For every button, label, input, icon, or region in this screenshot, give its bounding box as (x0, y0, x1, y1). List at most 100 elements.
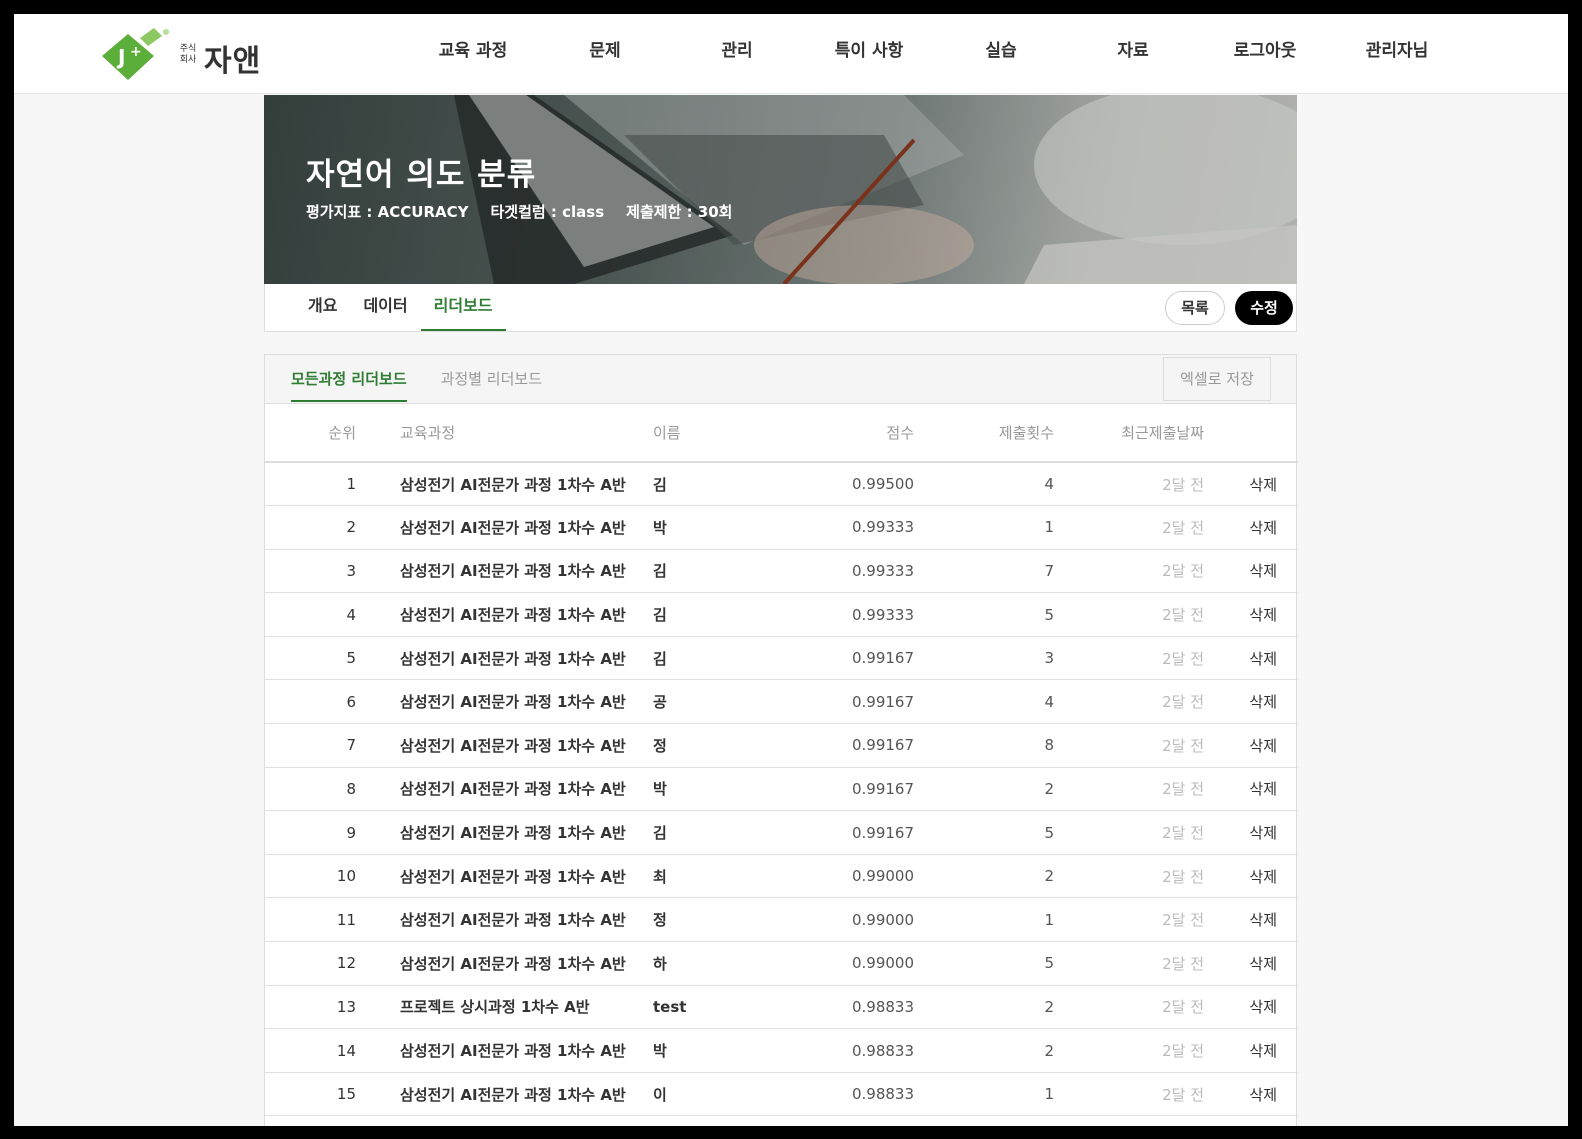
site-header: J + 주식 회사 자앤 교육 과정 문제 관리 특이 사항 실습 자료 로그아… (14, 14, 1568, 94)
cell-score: 0.99167 (760, 767, 914, 812)
cell-rank: 7 (265, 723, 360, 768)
cell-last-submit: 2달 전 (1054, 723, 1204, 768)
cell-name: 이 (640, 1072, 760, 1117)
delete-link[interactable]: 삭제 (1204, 549, 1298, 594)
nav-item-problems[interactable]: 문제 (539, 14, 671, 94)
delete-link[interactable]: 삭제 (1204, 723, 1298, 768)
delete-link[interactable]: 삭제 (1204, 810, 1298, 855)
cell-last-submit: 2달 전 (1054, 636, 1204, 681)
table-row: 6 삼성전기 AI전문가 과정 1차수 A반 공 0.99167 4 2달 전 삭제 (265, 679, 1298, 725)
delete-link[interactable]: 삭제 (1204, 985, 1298, 1030)
tab-data[interactable]: 데이터 (350, 284, 420, 331)
cell-course: 삼성전기 AI전문가 과정 1차수 A반 (360, 941, 640, 986)
cell-score: 0.98833 (760, 1028, 914, 1073)
leaderboard-header: 모든과정 리더보드 과정별 리더보드 엑셀로 저장 (265, 355, 1296, 404)
cell-name: 김 (640, 592, 760, 637)
cell-course: 삼성전기 AI전문가 과정 1차수 A반 (360, 723, 640, 768)
cell-submit-count: 2 (914, 854, 1054, 899)
cell-submit-count: 8 (914, 723, 1054, 768)
delete-link[interactable]: 삭제 (1204, 592, 1298, 637)
delete-link[interactable]: 삭제 (1204, 679, 1298, 725)
table-row: 9 삼성전기 AI전문가 과정 1차수 A반 김 0.99167 5 2달 전 삭제 (265, 810, 1298, 855)
cell-course: 삼성전기 AI전문가 과정 1차수 A반 (360, 549, 640, 594)
col-name[interactable]: 이름 (640, 404, 760, 463)
competition-banner: 자연어 의도 분류 평가지표 : ACCURACY 타겟컬럼 : class 제… (264, 95, 1297, 284)
nav-item-practice[interactable]: 실습 (935, 14, 1067, 94)
nav-item-manage[interactable]: 관리 (671, 14, 803, 94)
cell-submit-count: 2 (914, 1028, 1054, 1073)
cell-name: 박 (640, 1028, 760, 1073)
table-row: 2 삼성전기 AI전문가 과정 1차수 A반 박 0.99333 1 2달 전 삭제 (265, 505, 1298, 550)
tab-per-course-leaderboard[interactable]: 과정별 리더보드 (441, 355, 542, 402)
nav-item-admin[interactable]: 관리자님 (1331, 14, 1463, 94)
cell-last-submit: 2달 전 (1054, 1072, 1204, 1117)
delete-link[interactable]: 삭제 (1204, 1028, 1298, 1073)
cell-rank: 10 (265, 854, 360, 899)
cell-course: 삼성전기 AI전문가 과정 1차수 A반 (360, 897, 640, 943)
delete-link[interactable]: 삭제 (1204, 941, 1298, 986)
delete-link[interactable]: 삭제 (1204, 505, 1298, 550)
table-row: 3 삼성전기 AI전문가 과정 1차수 A반 김 0.99333 7 2달 전 삭제 (265, 549, 1298, 594)
cell-course: 삼성전기 AI전문가 과정 1차수 A반 (360, 462, 640, 507)
col-last-submit-date[interactable]: 최근제출날짜 (1054, 404, 1204, 463)
cell-name: 박 (640, 505, 760, 550)
cell-rank: 8 (265, 767, 360, 812)
delete-link[interactable]: 삭제 (1204, 1072, 1298, 1117)
logo-small-line2: 회사 (179, 55, 197, 65)
list-button[interactable]: 목록 (1165, 291, 1225, 325)
col-rank[interactable]: 순위 (265, 404, 360, 463)
cell-score: 0.99000 (760, 941, 914, 986)
cell-last-submit: 2달 전 (1054, 462, 1204, 507)
cell-submit-count: 1 (914, 1072, 1054, 1117)
delete-link[interactable]: 삭제 (1204, 897, 1298, 943)
logo[interactable]: J + 주식 회사 자앤 (96, 22, 296, 86)
cell-rank: 6 (265, 679, 360, 725)
cell-course: 삼성전기 AI전문가 과정 1차수 A반 (360, 636, 640, 681)
delete-link[interactable]: 삭제 (1204, 462, 1298, 507)
cell-name: 정 (640, 897, 760, 943)
cell-score: 0.99167 (760, 636, 914, 681)
banner-title: 자연어 의도 분류 (306, 157, 537, 193)
delete-link[interactable]: 삭제 (1204, 636, 1298, 681)
cell-last-submit: 2달 전 (1054, 897, 1204, 943)
col-score[interactable]: 점수 (760, 404, 914, 463)
cell-name: 김 (640, 636, 760, 681)
cell-last-submit: 2달 전 (1054, 985, 1204, 1030)
tab-overview[interactable]: 개요 (295, 284, 350, 331)
cell-rank: 15 (265, 1072, 360, 1117)
export-excel-button[interactable]: 엑셀로 저장 (1163, 357, 1271, 401)
delete-link[interactable]: 삭제 (1204, 854, 1298, 899)
cell-rank: 5 (265, 636, 360, 681)
cell-submit-count: 1 (914, 505, 1054, 550)
nav-item-resources[interactable]: 자료 (1067, 14, 1199, 94)
edit-button[interactable]: 수정 (1235, 291, 1293, 325)
cell-last-submit: 2달 전 (1054, 767, 1204, 812)
cell-name: 김 (640, 549, 760, 594)
tab-all-courses-leaderboard[interactable]: 모든과정 리더보드 (291, 355, 407, 402)
col-submit-count[interactable]: 제출횟수 (914, 404, 1054, 463)
cell-rank: 11 (265, 897, 360, 943)
delete-link[interactable]: 삭제 (1204, 767, 1298, 812)
cell-last-submit: 2달 전 (1054, 679, 1204, 725)
cell-submit-count: 7 (914, 549, 1054, 594)
main-nav: 교육 과정 문제 관리 특이 사항 실습 자료 로그아웃 관리자님 (407, 14, 1463, 94)
nav-item-notes[interactable]: 특이 사항 (803, 14, 935, 94)
nav-item-courses[interactable]: 교육 과정 (407, 14, 539, 94)
content-tabs: 개요 데이터 리더보드 (295, 284, 506, 331)
cell-score: 0.99000 (760, 897, 914, 943)
cell-rank: 1 (265, 462, 360, 507)
cell-rank: 9 (265, 810, 360, 855)
cell-name: 하 (640, 941, 760, 986)
leaderboard-panel: 모든과정 리더보드 과정별 리더보드 엑셀로 저장 순위 교육과정 이름 점수 … (264, 354, 1298, 1126)
nav-item-logout[interactable]: 로그아웃 (1199, 14, 1331, 94)
svg-text:J: J (116, 45, 125, 69)
cell-rank: 14 (265, 1028, 360, 1073)
col-course[interactable]: 교육과정 (360, 404, 640, 463)
cell-rank: 4 (265, 592, 360, 637)
cell-submit-count: 2 (914, 767, 1054, 812)
cell-last-submit: 2달 전 (1054, 505, 1204, 550)
cell-course: 삼성전기 AI전문가 과정 1차수 A반 (360, 679, 640, 725)
table-row: 14 삼성전기 AI전문가 과정 1차수 A반 박 0.98833 2 2달 전 삭제 (265, 1028, 1298, 1073)
cell-last-submit: 2달 전 (1054, 854, 1204, 899)
tab-leaderboard[interactable]: 리더보드 (420, 284, 506, 331)
